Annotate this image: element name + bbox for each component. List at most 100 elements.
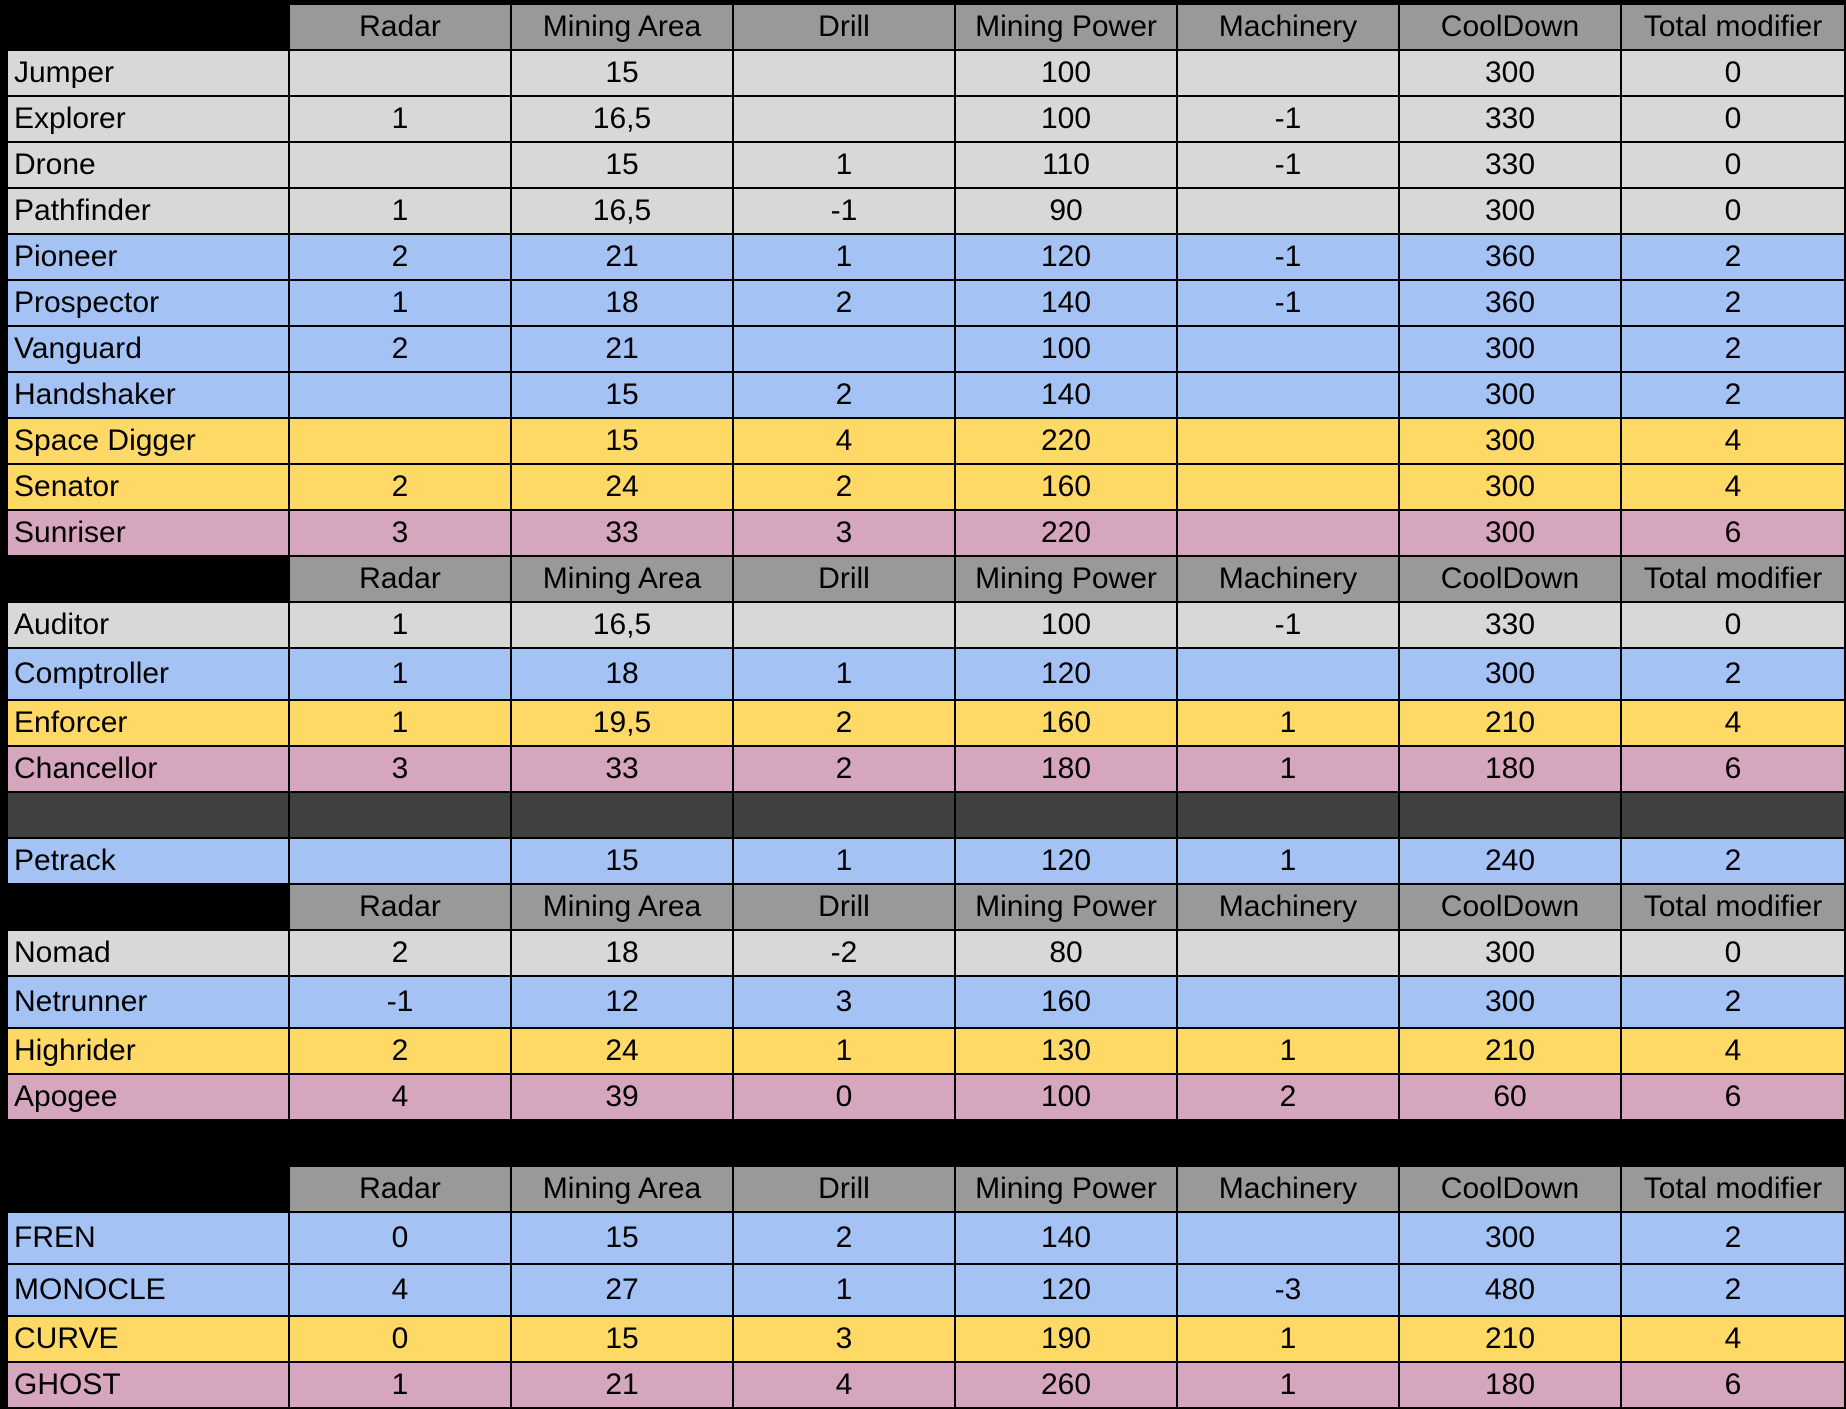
machine-name-cell[interactable]: Comptroller xyxy=(6,647,290,701)
value-cell[interactable]: 33 xyxy=(510,745,734,793)
value-cell[interactable]: 100 xyxy=(954,95,1178,143)
value-cell[interactable]: 130 xyxy=(954,1027,1178,1075)
value-cell[interactable]: 100 xyxy=(954,49,1178,97)
value-cell[interactable] xyxy=(1176,1211,1400,1265)
value-cell[interactable]: 15 xyxy=(510,371,734,419)
value-cell[interactable]: 1 xyxy=(1176,1315,1400,1363)
value-cell[interactable]: 1 xyxy=(1176,837,1400,885)
value-cell[interactable] xyxy=(288,837,512,885)
machine-name-cell[interactable]: Vanguard xyxy=(6,325,290,373)
value-cell[interactable] xyxy=(732,49,956,97)
value-cell[interactable]: 0 xyxy=(288,1315,512,1363)
value-cell[interactable] xyxy=(288,49,512,97)
machine-name-cell[interactable]: Chancellor xyxy=(6,745,290,793)
value-cell[interactable]: 300 xyxy=(1398,509,1622,557)
machine-name-cell[interactable]: Jumper xyxy=(6,49,290,97)
value-cell[interactable] xyxy=(1176,975,1400,1029)
value-cell[interactable]: -2 xyxy=(732,929,956,977)
value-cell[interactable]: -1 xyxy=(1176,279,1400,327)
value-cell[interactable]: 0 xyxy=(1620,141,1846,189)
value-cell[interactable]: 1 xyxy=(288,1361,512,1409)
value-cell[interactable]: 27 xyxy=(510,1263,734,1317)
value-cell[interactable]: -1 xyxy=(732,187,956,235)
value-cell[interactable] xyxy=(1176,187,1400,235)
machine-name-cell[interactable]: Handshaker xyxy=(6,371,290,419)
value-cell[interactable]: 300 xyxy=(1398,647,1622,701)
value-cell[interactable]: 6 xyxy=(1620,509,1846,557)
machine-name-cell[interactable]: Petrack xyxy=(6,837,290,885)
value-cell[interactable]: 140 xyxy=(954,279,1178,327)
value-cell[interactable]: 4 xyxy=(1620,699,1846,747)
value-cell[interactable]: 0 xyxy=(1620,601,1846,649)
value-cell[interactable] xyxy=(1176,417,1400,465)
value-cell[interactable] xyxy=(288,141,512,189)
value-cell[interactable]: 120 xyxy=(954,647,1178,701)
value-cell[interactable]: 4 xyxy=(732,1361,956,1409)
value-cell[interactable]: 15 xyxy=(510,837,734,885)
value-cell[interactable]: 3 xyxy=(288,745,512,793)
value-cell[interactable]: 21 xyxy=(510,325,734,373)
value-cell[interactable]: 4 xyxy=(1620,417,1846,465)
value-cell[interactable]: 330 xyxy=(1398,141,1622,189)
value-cell[interactable]: 4 xyxy=(732,417,956,465)
value-cell[interactable]: 240 xyxy=(1398,837,1622,885)
value-cell[interactable]: 1 xyxy=(732,1027,956,1075)
value-cell[interactable]: -1 xyxy=(1176,233,1400,281)
value-cell[interactable]: 90 xyxy=(954,187,1178,235)
value-cell[interactable] xyxy=(1176,49,1400,97)
value-cell[interactable]: 0 xyxy=(288,1211,512,1265)
value-cell[interactable]: 2 xyxy=(1620,647,1846,701)
value-cell[interactable]: 1 xyxy=(288,95,512,143)
value-cell[interactable]: 12 xyxy=(510,975,734,1029)
value-cell[interactable]: 16,5 xyxy=(510,601,734,649)
value-cell[interactable]: 2 xyxy=(1620,279,1846,327)
machine-name-cell[interactable]: Enforcer xyxy=(6,699,290,747)
value-cell[interactable] xyxy=(732,325,956,373)
value-cell[interactable]: 1 xyxy=(288,647,512,701)
value-cell[interactable]: 1 xyxy=(732,141,956,189)
value-cell[interactable]: 1 xyxy=(732,647,956,701)
value-cell[interactable]: 2 xyxy=(1176,1073,1400,1121)
value-cell[interactable]: 2 xyxy=(1620,837,1846,885)
value-cell[interactable]: 110 xyxy=(954,141,1178,189)
value-cell[interactable]: 2 xyxy=(732,1211,956,1265)
value-cell[interactable]: 2 xyxy=(288,325,512,373)
value-cell[interactable]: 33 xyxy=(510,509,734,557)
value-cell[interactable]: 3 xyxy=(732,1315,956,1363)
machine-name-cell[interactable]: CURVE xyxy=(6,1315,290,1363)
value-cell[interactable]: 1 xyxy=(1176,699,1400,747)
machine-name-cell[interactable]: Highrider xyxy=(6,1027,290,1075)
value-cell[interactable]: 360 xyxy=(1398,279,1622,327)
value-cell[interactable]: 2 xyxy=(1620,975,1846,1029)
value-cell[interactable]: 6 xyxy=(1620,1073,1846,1121)
value-cell[interactable]: 0 xyxy=(732,1073,956,1121)
value-cell[interactable]: 1 xyxy=(1176,1361,1400,1409)
value-cell[interactable]: 60 xyxy=(1398,1073,1622,1121)
value-cell[interactable]: 120 xyxy=(954,233,1178,281)
value-cell[interactable]: 16,5 xyxy=(510,187,734,235)
machine-name-cell[interactable]: Apogee xyxy=(6,1073,290,1121)
value-cell[interactable]: -1 xyxy=(1176,601,1400,649)
value-cell[interactable]: 220 xyxy=(954,417,1178,465)
value-cell[interactable]: 2 xyxy=(732,463,956,511)
value-cell[interactable]: 39 xyxy=(510,1073,734,1121)
value-cell[interactable]: 1 xyxy=(732,837,956,885)
value-cell[interactable]: 2 xyxy=(732,371,956,419)
machine-name-cell[interactable]: Sunriser xyxy=(6,509,290,557)
value-cell[interactable]: 2 xyxy=(1620,1263,1846,1317)
value-cell[interactable]: 300 xyxy=(1398,463,1622,511)
value-cell[interactable]: 4 xyxy=(1620,1027,1846,1075)
value-cell[interactable]: 180 xyxy=(1398,745,1622,793)
value-cell[interactable] xyxy=(1176,463,1400,511)
value-cell[interactable]: 2 xyxy=(288,1027,512,1075)
value-cell[interactable]: -1 xyxy=(1176,141,1400,189)
value-cell[interactable]: 120 xyxy=(954,1263,1178,1317)
value-cell[interactable]: 180 xyxy=(1398,1361,1622,1409)
value-cell[interactable]: 2 xyxy=(288,929,512,977)
value-cell[interactable]: 24 xyxy=(510,463,734,511)
value-cell[interactable]: 4 xyxy=(1620,463,1846,511)
value-cell[interactable]: 1 xyxy=(732,1263,956,1317)
machine-name-cell[interactable]: FREN xyxy=(6,1211,290,1265)
value-cell[interactable]: 15 xyxy=(510,417,734,465)
value-cell[interactable]: 330 xyxy=(1398,601,1622,649)
